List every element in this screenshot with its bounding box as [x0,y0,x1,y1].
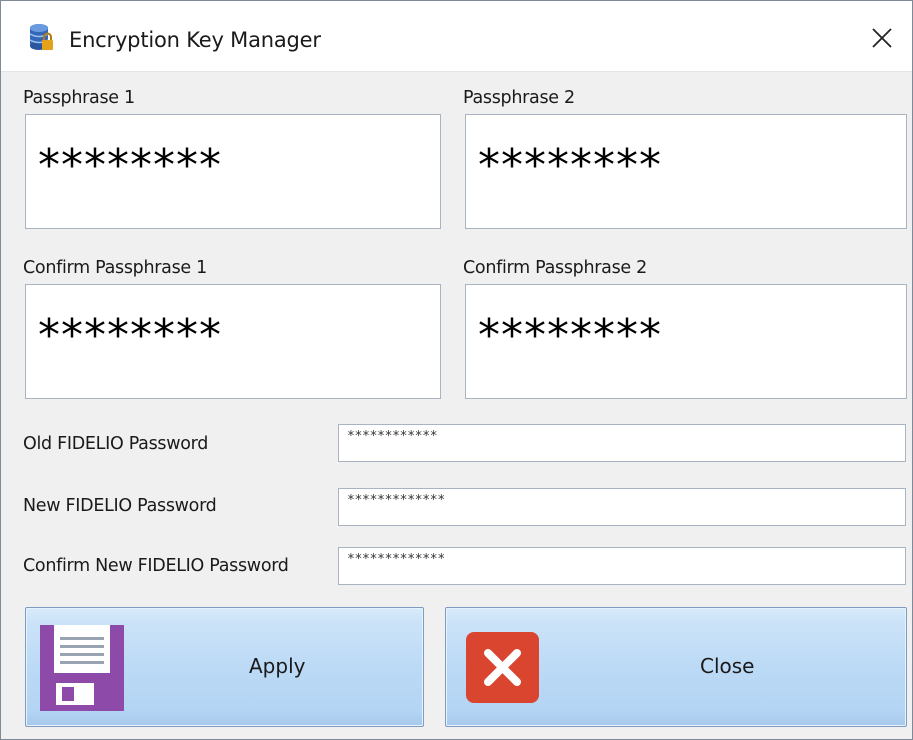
confirm-passphrase-2-value: ******** [478,310,662,361]
encryption-key-manager-window: Encryption Key Manager Passphrase 1 ****… [0,0,913,740]
passphrase-2-value: ******** [478,140,662,191]
database-lock-icon [29,24,53,50]
passphrase-1-value: ******** [38,140,222,191]
confirm-passphrase-1-field[interactable]: ******** [25,284,441,399]
window-title: Encryption Key Manager [69,28,321,52]
confirm-new-fidelio-password-label: Confirm New FIDELIO Password [23,556,289,576]
new-fidelio-password-label: New FIDELIO Password [23,496,217,516]
old-fidelio-password-value: ************ [347,429,438,444]
close-button[interactable]: Close [445,607,907,727]
confirm-passphrase-1-value: ******** [38,310,222,361]
passphrase-1-field[interactable]: ******** [25,114,441,229]
confirm-passphrase-2-label: Confirm Passphrase 2 [463,258,647,278]
close-icon[interactable] [869,25,895,51]
apply-button[interactable]: Apply [25,607,424,727]
passphrase-2-label: Passphrase 2 [463,88,575,108]
close-button-label: Close [700,654,755,678]
floppy-disk-icon [40,625,124,711]
confirm-new-fidelio-password-value: ************* [347,552,445,567]
passphrase-1-label: Passphrase 1 [23,88,135,108]
new-fidelio-password-value: ************* [347,493,445,508]
apply-button-label: Apply [249,654,306,678]
red-x-icon [466,632,539,703]
confirm-passphrase-2-field[interactable]: ******** [465,284,907,399]
old-fidelio-password-label: Old FIDELIO Password [23,434,209,454]
title-bar[interactable]: Encryption Key Manager [1,1,912,72]
confirm-new-fidelio-password-field[interactable]: ************* [338,547,906,585]
passphrase-2-field[interactable]: ******** [465,114,907,229]
new-fidelio-password-field[interactable]: ************* [338,488,906,526]
confirm-passphrase-1-label: Confirm Passphrase 1 [23,258,207,278]
old-fidelio-password-field[interactable]: ************ [338,424,906,462]
